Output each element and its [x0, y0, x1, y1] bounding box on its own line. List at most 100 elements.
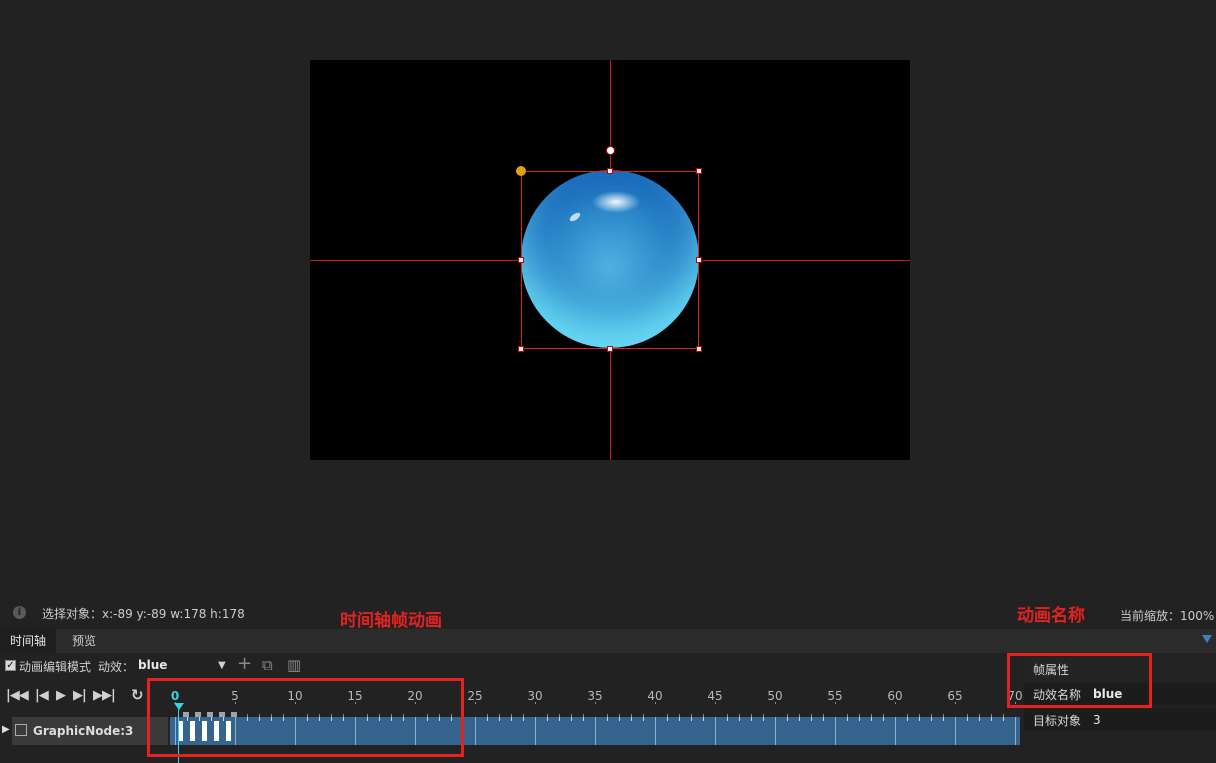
- ruler-major-tick: [955, 702, 956, 704]
- tab-preview[interactable]: 预览: [62, 629, 106, 653]
- track-major-tick: [895, 717, 896, 745]
- track-minor-tick: [787, 717, 788, 721]
- track-minor-tick: [631, 717, 632, 721]
- prev-frame-icon[interactable]: |◀: [35, 688, 49, 703]
- last-frame-icon[interactable]: ▶▶|: [93, 688, 116, 703]
- tab-timeline[interactable]: 时间轴: [0, 629, 57, 653]
- ruler-label: 55: [827, 689, 843, 703]
- panel-tabs: 时间轴 预览: [0, 629, 1216, 653]
- ruler-label: 40: [647, 689, 663, 703]
- resize-handle-s[interactable]: [607, 346, 613, 352]
- stage-canvas[interactable]: [310, 60, 910, 460]
- track-major-tick: [1015, 717, 1016, 745]
- node-icon: [15, 724, 27, 736]
- info-icon: i: [13, 606, 26, 619]
- track-minor-tick: [991, 717, 992, 721]
- loop-icon[interactable]: ↻: [131, 686, 144, 704]
- annotation-name: 动画名称: [1017, 606, 1085, 626]
- track-minor-tick: [943, 717, 944, 721]
- resize-handle-e[interactable]: [696, 257, 702, 263]
- add-icon[interactable]: +: [237, 653, 252, 674]
- ruler-major-tick: [715, 702, 716, 704]
- track-minor-tick: [619, 717, 620, 721]
- pivot-point[interactable]: [516, 166, 526, 176]
- track-minor-tick: [967, 717, 968, 721]
- track-major-tick: [595, 717, 596, 745]
- ruler-major-tick: [775, 702, 776, 704]
- ruler-major-tick: [475, 702, 476, 704]
- track-minor-tick: [883, 717, 884, 721]
- selection-box[interactable]: [521, 171, 699, 349]
- ruler-major-tick: [655, 702, 656, 704]
- next-frame-icon[interactable]: ▶|: [73, 688, 87, 703]
- ruler-major-tick: [895, 702, 896, 704]
- resize-handle-ne[interactable]: [696, 168, 702, 174]
- target-label: 目标对象: [1033, 714, 1082, 728]
- expand-arrow-icon[interactable]: ▶: [2, 724, 10, 735]
- delete-icon[interactable]: ▥: [287, 656, 301, 674]
- track-minor-tick: [823, 717, 824, 721]
- track-minor-tick: [643, 717, 644, 721]
- track-minor-tick: [907, 717, 908, 721]
- track-minor-tick: [487, 717, 488, 721]
- track-minor-tick: [799, 717, 800, 721]
- copy-icon[interactable]: ⧉: [262, 656, 273, 674]
- track-header[interactable]: ▶ GraphicNode:3: [2, 717, 168, 745]
- effect-label: 动效：: [98, 660, 135, 674]
- selection-status: 选择对象：x:-89 y:-89 w:178 h:178: [42, 607, 245, 621]
- track-minor-tick: [559, 717, 560, 721]
- ruler-label: 25: [467, 689, 483, 703]
- annotation-timeline: 时间轴帧动画: [340, 611, 442, 631]
- track-minor-tick: [739, 717, 740, 721]
- track-minor-tick: [523, 717, 524, 721]
- track-major-tick: [475, 717, 476, 745]
- track-minor-tick: [763, 717, 764, 721]
- track-minor-tick: [703, 717, 704, 721]
- track-major-tick: [655, 717, 656, 745]
- ruler-label: 35: [587, 689, 603, 703]
- track-minor-tick: [511, 717, 512, 721]
- track-minor-tick: [607, 717, 608, 721]
- zoom-level: 当前缩放：100%: [1120, 609, 1215, 623]
- track-major-tick: [535, 717, 536, 745]
- resize-handle-sw[interactable]: [518, 346, 524, 352]
- track-minor-tick: [1003, 717, 1004, 721]
- resize-handle-n[interactable]: [607, 168, 613, 174]
- ruler-major-tick: [535, 702, 536, 704]
- dropdown-icon[interactable]: ▼: [218, 660, 226, 671]
- track-minor-tick: [847, 717, 848, 721]
- first-frame-icon[interactable]: |◀◀: [6, 688, 29, 703]
- track-minor-tick: [871, 717, 872, 721]
- track-major-tick: [835, 717, 836, 745]
- edit-mode-label: 动画编辑模式: [19, 660, 92, 674]
- collapse-arrow-icon[interactable]: [1202, 635, 1212, 643]
- track-major-tick: [715, 717, 716, 745]
- track-minor-tick: [691, 717, 692, 721]
- effect-select[interactable]: blue: [138, 658, 167, 672]
- track-minor-tick: [751, 717, 752, 721]
- resize-handle-w[interactable]: [518, 257, 524, 263]
- annotation-box-timeline: [147, 678, 464, 757]
- ruler-label: 45: [707, 689, 723, 703]
- ruler-label: 65: [947, 689, 963, 703]
- track-minor-tick: [979, 717, 980, 721]
- track-minor-tick: [727, 717, 728, 721]
- edit-mode-checkbox[interactable]: ✓: [5, 660, 16, 671]
- annotation-box-name: [1007, 653, 1152, 708]
- resize-handle-se[interactable]: [696, 346, 702, 352]
- track-minor-tick: [499, 717, 500, 721]
- rotate-handle[interactable]: [606, 146, 615, 155]
- track-minor-tick: [919, 717, 920, 721]
- track-name: GraphicNode:3: [33, 724, 134, 738]
- ruler-major-tick: [835, 702, 836, 704]
- track-minor-tick: [811, 717, 812, 721]
- ruler-major-tick: [595, 702, 596, 704]
- track-minor-tick: [667, 717, 668, 721]
- play-icon[interactable]: ▶: [56, 688, 66, 703]
- ruler-label: 60: [887, 689, 903, 703]
- track-minor-tick: [547, 717, 548, 721]
- track-major-tick: [955, 717, 956, 745]
- target-input[interactable]: 3: [1093, 713, 1101, 727]
- ruler-label: 30: [527, 689, 543, 703]
- track-major-tick: [775, 717, 776, 745]
